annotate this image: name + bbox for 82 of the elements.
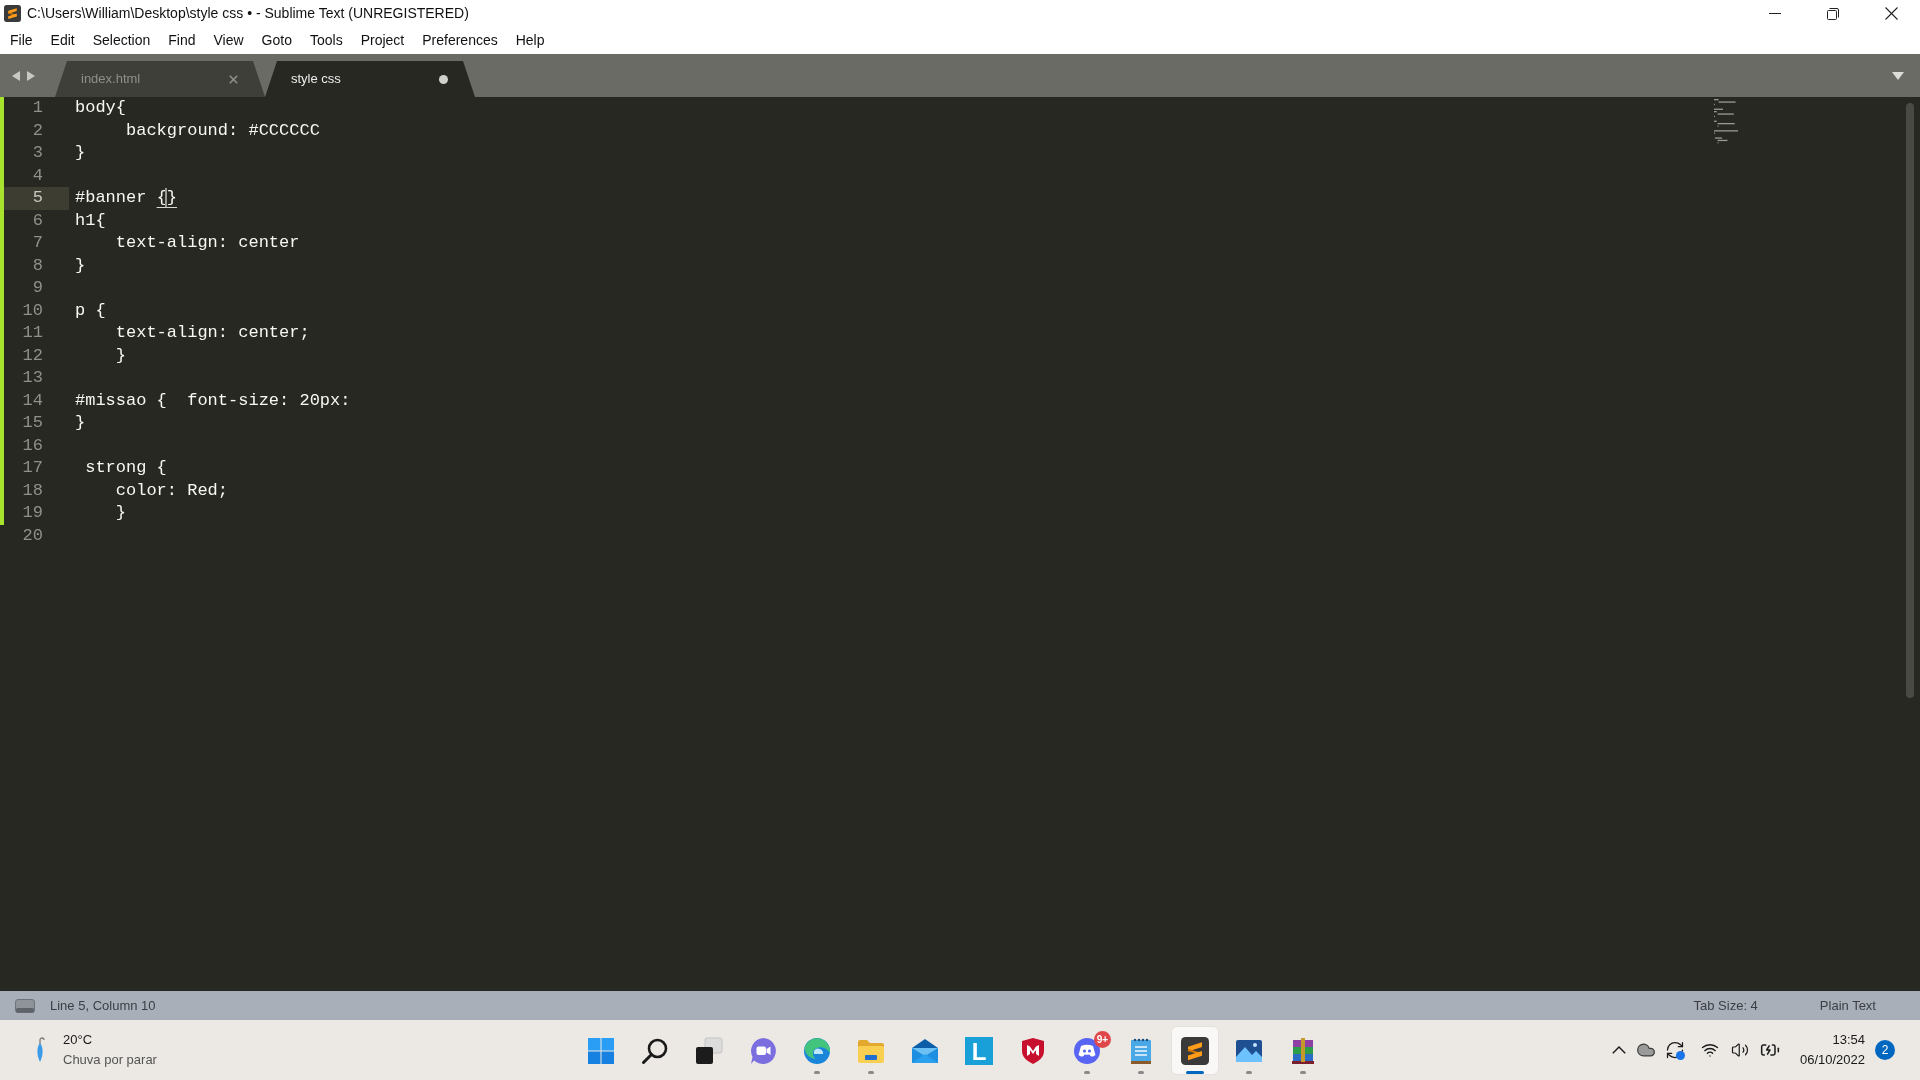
- stacked-squares-icon: [695, 1036, 723, 1065]
- notification-count-badge[interactable]: 2: [1875, 1040, 1895, 1060]
- code-line: text-align: center: [114, 232, 300, 254]
- code-line: }: [75, 142, 86, 164]
- code-line: strong {: [84, 457, 167, 479]
- code-line: p {: [75, 299, 106, 322]
- shield-icon: [1019, 1036, 1047, 1065]
- next-arrow-icon[interactable]: [27, 70, 35, 81]
- minimap[interactable]: [1714, 99, 1739, 144]
- volume-icon[interactable]: [1730, 1041, 1749, 1059]
- menu-item[interactable]: Project: [351, 30, 414, 51]
- books-icon: [1289, 1036, 1317, 1065]
- previous-arrow-icon[interactable]: [12, 70, 20, 81]
- line-number: 20: [21, 524, 44, 547]
- code-line: }: [114, 344, 126, 367]
- code-line: background: #CCCCCC: [125, 119, 320, 142]
- line-number: 7: [0, 232, 69, 255]
- search-icon: [641, 1036, 669, 1065]
- browser-icon: [803, 1036, 831, 1065]
- minimize-icon: [1769, 13, 1781, 14]
- code-line: }: [75, 254, 86, 277]
- code-line: }: [114, 502, 126, 524]
- line-number: 9: [0, 277, 69, 300]
- line-number: 2: [0, 119, 69, 142]
- weather-temperature[interactable]: 20°C: [63, 1030, 157, 1050]
- line-number: 18: [0, 479, 69, 502]
- scrollbar[interactable]: [1906, 103, 1914, 698]
- tab-size-selector[interactable]: Tab Size: 4: [1693, 995, 1758, 1016]
- cursor-position: Line 5, Column 10: [50, 996, 156, 1015]
- line-number: 14: [0, 389, 69, 412]
- line-number: 19: [0, 502, 69, 525]
- menu-item[interactable]: Selection: [83, 30, 160, 51]
- line-number: 13: [0, 367, 69, 390]
- menu-item[interactable]: View: [204, 30, 253, 51]
- line-number: 1: [0, 97, 69, 120]
- code-line: h1{: [75, 209, 106, 232]
- code-line: color: Red;: [114, 479, 229, 502]
- code-line: #missao { font-size: 20px:: [75, 389, 351, 412]
- line-number: 16: [0, 434, 69, 457]
- tab[interactable]: style css: [265, 61, 475, 97]
- umbrella-icon[interactable]: [35, 1037, 45, 1063]
- window-title: C:\Users\William\Desktop\style css • - Sublime Text (UNREGISTERED): [27, 4, 469, 23]
- menu-item[interactable]: Edit: [41, 30, 84, 51]
- four-squares-icon: [587, 1036, 615, 1065]
- line-number: 11: [0, 322, 69, 345]
- caret-down-icon[interactable]: [1892, 71, 1904, 80]
- line-number: 5: [0, 187, 69, 210]
- code-line: text-align: center;: [114, 322, 310, 344]
- app-logo-icon: [4, 5, 21, 22]
- taskbar-app-button[interactable]: [1172, 1026, 1218, 1074]
- close-icon: [1884, 7, 1898, 20]
- editor-logo-icon: [1181, 1036, 1209, 1065]
- menu-item[interactable]: Help: [506, 30, 554, 51]
- weather-condition[interactable]: Chuva por parar: [63, 1050, 157, 1070]
- syntax-selector[interactable]: Plain Text: [1819, 995, 1876, 1016]
- menu-item[interactable]: Preferences: [413, 30, 507, 51]
- line-number: 15: [0, 412, 69, 435]
- menu-item[interactable]: Find: [159, 30, 205, 51]
- clock-date[interactable]: 06/10/2022: [1799, 1050, 1865, 1070]
- close-tab-icon[interactable]: [229, 74, 238, 84]
- video-chat-icon: [749, 1036, 777, 1065]
- line-number: 12: [0, 344, 69, 367]
- envelope-icon: [911, 1036, 939, 1065]
- notification-badge: 9+: [1094, 1030, 1111, 1048]
- line-number: 10: [0, 299, 69, 322]
- menu-item[interactable]: File: [1, 30, 42, 51]
- restore-icon: [1827, 7, 1839, 20]
- letter-logo: L: [965, 1036, 993, 1065]
- clock-time[interactable]: 13:54: [1832, 1030, 1865, 1050]
- code-line: }: [75, 412, 86, 434]
- wifi-icon[interactable]: [1700, 1041, 1719, 1059]
- line-number: 3: [0, 142, 69, 165]
- line-number: 8: [0, 254, 69, 277]
- menu-item[interactable]: Goto: [252, 30, 301, 51]
- taskbar-app-button[interactable]: 9+: [1064, 1026, 1110, 1074]
- sync-icon[interactable]: [1664, 1040, 1685, 1060]
- menu-item[interactable]: Tools: [300, 30, 352, 51]
- panel-icon[interactable]: [15, 998, 35, 1013]
- line-number: 17: [0, 457, 69, 480]
- code-line: body{: [75, 97, 126, 119]
- chevron-up-icon[interactable]: [1611, 1046, 1626, 1054]
- line-number: 6: [0, 209, 69, 232]
